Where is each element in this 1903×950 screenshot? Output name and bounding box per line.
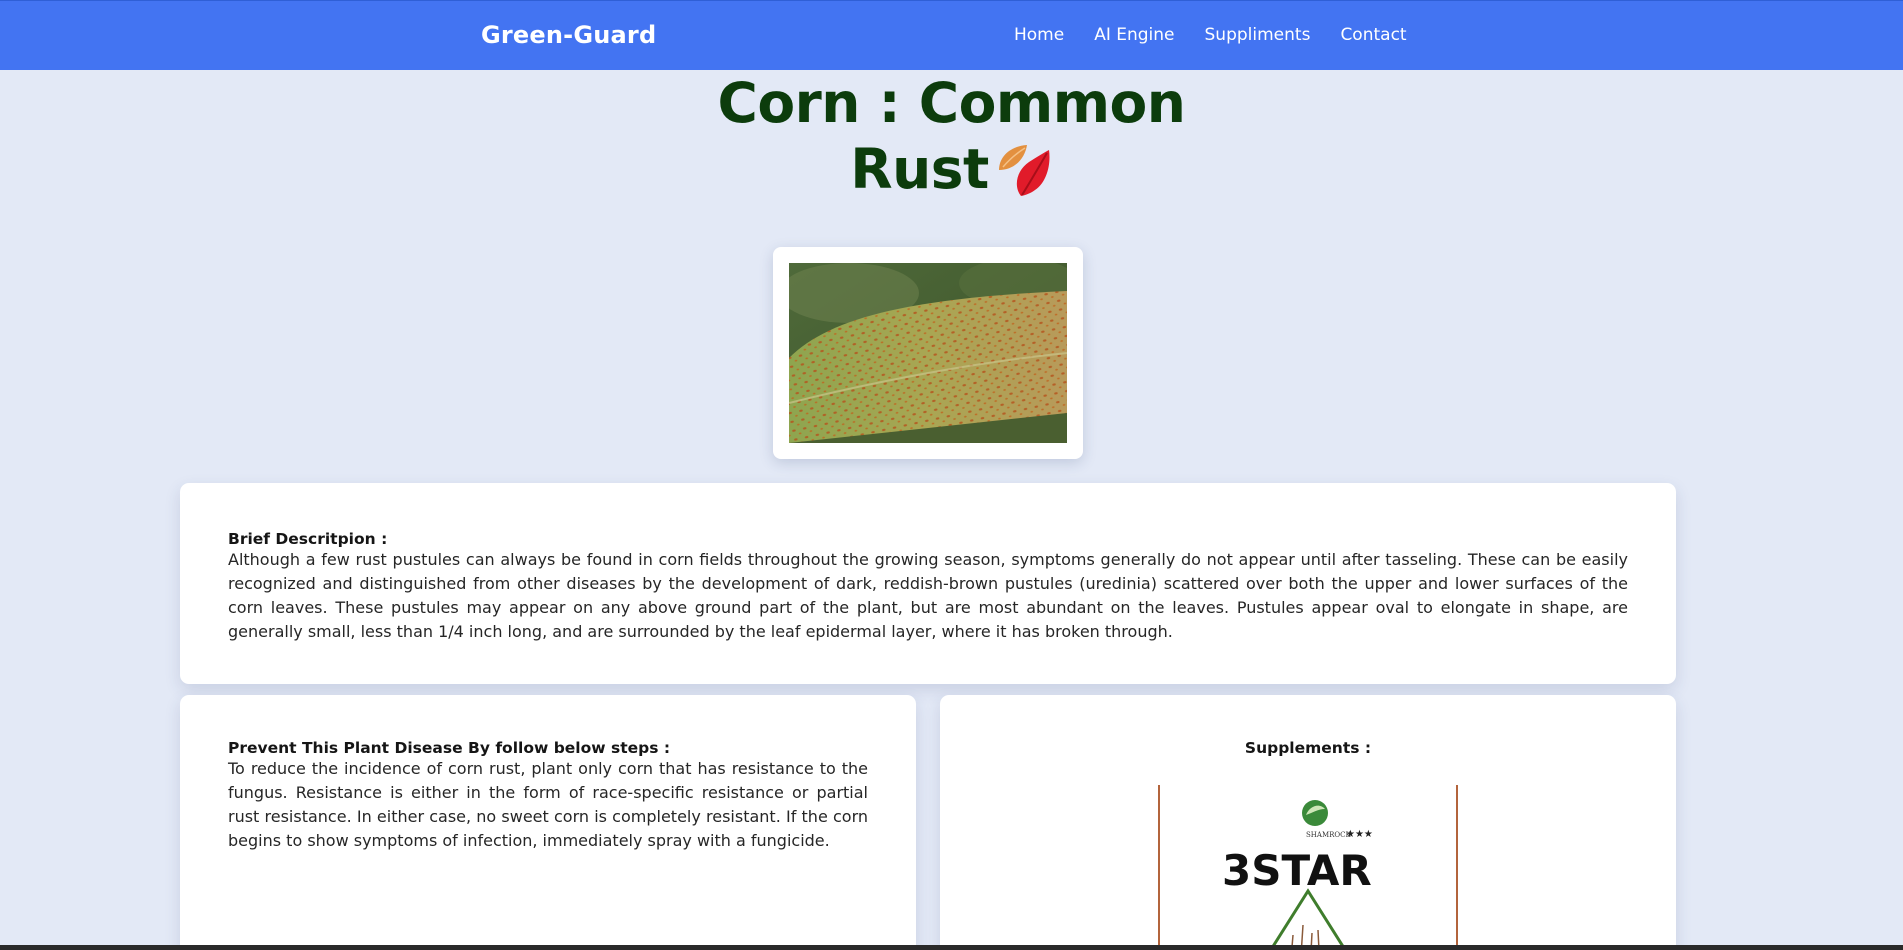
autumn-leaves-icon — [995, 140, 1053, 212]
page-title: Corn : Common Rust — [0, 70, 1903, 212]
description-card: Brief Descritpion : Although a few rust … — [180, 483, 1676, 684]
nav-link-contact[interactable]: Contact — [1340, 25, 1406, 45]
prevention-card: Prevent This Plant Disease By follow bel… — [180, 695, 916, 950]
svg-text:★★★: ★★★ — [1346, 829, 1373, 840]
product-logo-text: SHAMROCK — [1306, 831, 1351, 839]
nav-link-home[interactable]: Home — [1014, 25, 1064, 45]
description-content: Brief Descritpion : Although a few rust … — [228, 530, 1628, 644]
disease-image-card — [773, 247, 1083, 459]
prevention-heading: Prevent This Plant Disease By follow bel… — [228, 739, 671, 757]
prevention-content: Prevent This Plant Disease By follow bel… — [228, 739, 868, 853]
supplements-heading: Supplements : — [1244, 739, 1372, 757]
nav-links: Home AI Engine Suppliments Contact — [1014, 25, 1437, 45]
description-heading: Brief Descritpion : — [228, 530, 388, 548]
page-title-line2-wrap: Rust — [0, 136, 1903, 212]
supplements-card: Supplements : SHAMROCK ★★★ 3STAR — [940, 695, 1676, 950]
page-title-line1: Corn : Common — [717, 71, 1186, 135]
navbar: Green-Guard Home AI Engine Suppliments C… — [0, 0, 1903, 70]
bottom-edge — [0, 945, 1903, 950]
description-text: Although a few rust pustules can always … — [228, 550, 1628, 641]
nav-link-suppliments[interactable]: Suppliments — [1205, 25, 1311, 45]
supplement-product-image[interactable]: SHAMROCK ★★★ 3STAR — [1158, 785, 1458, 950]
supplements-heading-wrap: Supplements : — [940, 739, 1676, 757]
page-title-line2: Rust — [850, 137, 989, 201]
corn-rust-leaf-image — [789, 263, 1067, 443]
brand-logo[interactable]: Green-Guard — [481, 21, 656, 49]
prevention-text: To reduce the incidence of corn rust, pl… — [228, 759, 868, 850]
nav-link-ai-engine[interactable]: AI Engine — [1094, 25, 1174, 45]
